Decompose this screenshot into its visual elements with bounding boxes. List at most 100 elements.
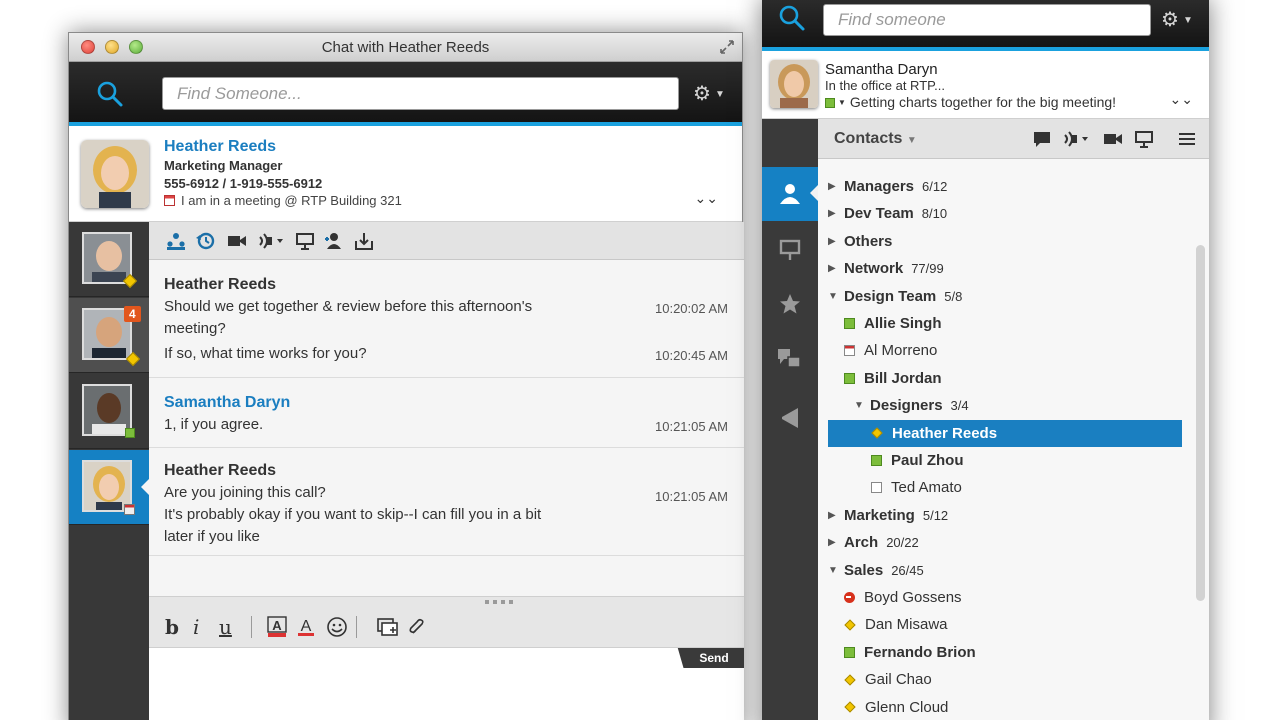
contact-group-arch[interactable]: ▶ Arch 20/22 [828, 529, 1182, 556]
fullscreen-icon[interactable] [718, 38, 736, 56]
contact-dan-misawa[interactable]: Dan Misawa [828, 611, 1182, 638]
contact-al-morreno[interactable]: Al Morreno [828, 337, 1182, 364]
group-label: Marketing [844, 506, 915, 524]
contacts-scrollbar[interactable] [1196, 245, 1205, 601]
expanded-arrow-icon[interactable]: ▼ [828, 291, 844, 302]
contacts-dropdown[interactable]: Contacts ▼ [834, 130, 917, 148]
meetings-nav-button[interactable] [762, 223, 818, 277]
status-dropdown-icon[interactable]: ▼ [838, 98, 846, 107]
contacts-window: Find someone ⚙ ▼ Samantha Daryn In the of… [762, 0, 1209, 720]
search-icon[interactable] [778, 4, 806, 32]
invite-others-icon[interactable] [166, 231, 186, 251]
contact-bill-jordan[interactable]: Bill Jordan [828, 365, 1182, 392]
chat-history-icon[interactable] [195, 231, 215, 251]
contact-group-dev-team[interactable]: ▶ Dev Team 8/10 [828, 200, 1182, 227]
find-someone-input[interactable]: Find Someone... [162, 77, 679, 110]
communities-nav-button[interactable] [762, 335, 818, 389]
insert-image-icon[interactable] [377, 617, 399, 637]
video-call-icon[interactable] [1103, 129, 1123, 149]
contact-group-design-team[interactable]: ▼ Design Team 5/8 [828, 283, 1182, 310]
favorites-nav-button[interactable] [762, 279, 818, 333]
avatar[interactable] [770, 60, 818, 108]
group-count: 20/22 [886, 535, 919, 551]
contact-heather-reeds[interactable]: Heather Reeds [828, 419, 1182, 447]
attach-file-icon[interactable] [407, 617, 427, 637]
splitter-grip[interactable] [485, 600, 517, 604]
message-timestamp: 10:20:02 AM [655, 301, 728, 316]
message-text: 1, if you agree. [164, 416, 264, 433]
share-screen-icon[interactable] [1134, 129, 1154, 149]
contact-group-others[interactable]: ▶ Others [828, 228, 1182, 255]
chat-bubble-icon[interactable] [1032, 129, 1052, 149]
save-transcript-icon[interactable] [354, 231, 374, 251]
contact-glenn-cloud[interactable]: Glenn Cloud [828, 694, 1182, 720]
collapsed-arrow-icon[interactable]: ▶ [828, 510, 844, 521]
message-compose-area[interactable]: Send [149, 648, 744, 720]
message-group: Heather Reeds Are you joining this call?… [149, 448, 744, 556]
contact-profile-header: Heather Reeds Marketing Manager 555-6912… [69, 130, 742, 222]
add-contact-icon[interactable] [323, 231, 343, 251]
contact-paul-zhou[interactable]: Paul Zhou [828, 447, 1182, 474]
group-count: 3/4 [950, 398, 969, 414]
contact-group-designers[interactable]: ▼ Designers 3/4 [828, 392, 1182, 419]
find-someone-input[interactable]: Find someone [823, 4, 1151, 36]
collapsed-arrow-icon[interactable]: ▶ [828, 181, 844, 192]
contact-group-sales[interactable]: ▼ Sales 26/45 [828, 557, 1182, 584]
contact-allie-singh[interactable]: Allie Singh [828, 310, 1182, 337]
settings-gear-icon[interactable]: ⚙ ▼ [1161, 7, 1193, 32]
chat-tab-contact-1[interactable] [69, 222, 149, 297]
contacts-nav-button[interactable] [762, 167, 818, 221]
chat-tab-heather-reeds[interactable] [69, 450, 150, 525]
font-icon[interactable]: A [267, 616, 287, 638]
text-color-icon[interactable]: A [297, 616, 315, 638]
contact-group-marketing[interactable]: ▶ Marketing 5/12 [828, 502, 1182, 529]
pane-splitter[interactable] [149, 596, 744, 606]
chat-tab-contact-2[interactable]: 4 [69, 298, 149, 373]
available-status-icon [871, 455, 882, 466]
video-call-icon[interactable] [227, 231, 247, 251]
message-timestamp: 10:21:05 AM [655, 489, 728, 504]
share-screen-icon[interactable] [295, 231, 315, 251]
search-icon[interactable] [96, 80, 124, 108]
chat-tab-contact-3[interactable] [69, 374, 149, 449]
expanded-arrow-icon[interactable]: ▼ [828, 565, 844, 576]
my-status[interactable]: ▼ Getting charts together for the big mee… [825, 94, 1116, 110]
menu-icon[interactable] [1177, 129, 1197, 149]
contact-group-network[interactable]: ▶ Network 77/99 [828, 255, 1182, 282]
collapsed-arrow-icon[interactable]: ▶ [828, 263, 844, 274]
avatar[interactable] [81, 140, 149, 208]
contacts-left-nav [762, 119, 818, 720]
expanded-arrow-icon[interactable]: ▼ [854, 400, 870, 411]
contact-ted-amato[interactable]: Ted Amato [828, 474, 1182, 501]
underline-button[interactable]: u [219, 615, 232, 639]
contact-fernando-brion[interactable]: Fernando Brion [828, 639, 1182, 666]
contact-gail-chao[interactable]: Gail Chao [828, 666, 1182, 693]
italic-button[interactable]: i [193, 615, 199, 639]
contact-name: Dan Misawa [865, 616, 948, 634]
audio-call-icon[interactable] [1062, 129, 1092, 149]
audio-call-icon[interactable] [257, 231, 287, 251]
contact-boyd-gossens[interactable]: Boyd Gossens [828, 584, 1182, 611]
message-timestamp: 10:20:45 AM [655, 348, 728, 363]
contacts-search-bar: Find someone ⚙ ▼ [762, 0, 1209, 51]
expand-chevron-icon[interactable]: ⌄⌄ [695, 190, 718, 207]
contact-name: Al Morreno [864, 342, 938, 360]
bold-button[interactable]: b [165, 615, 179, 639]
message-sender: Heather Reeds [164, 462, 277, 479]
my-location[interactable]: In the office at RTP... [825, 78, 945, 93]
chat-search-bar: Find Someone... ⚙ ▼ [69, 62, 742, 126]
contact-group-managers[interactable]: ▶ Managers 6/12 [828, 173, 1182, 200]
emoticon-icon[interactable] [326, 616, 348, 638]
active-nav-pointer [810, 185, 818, 201]
collapsed-arrow-icon[interactable]: ▶ [828, 236, 844, 247]
collapsed-arrow-icon[interactable]: ▶ [828, 537, 844, 548]
chat-window: Chat with Heather Reeds Find Someone... … [68, 32, 744, 720]
broadcast-nav-button[interactable] [762, 391, 818, 445]
group-label: Sales [844, 561, 884, 579]
expand-chevron-icon[interactable]: ⌄⌄ [1170, 91, 1193, 108]
my-status-panel: Samantha Daryn In the office at RTP... ▼… [762, 51, 1209, 119]
settings-gear-icon[interactable]: ⚙ ▼ [693, 81, 725, 106]
contact-name[interactable]: Heather Reeds [164, 138, 276, 156]
send-button[interactable]: Send [677, 648, 744, 668]
collapsed-arrow-icon[interactable]: ▶ [828, 208, 844, 219]
